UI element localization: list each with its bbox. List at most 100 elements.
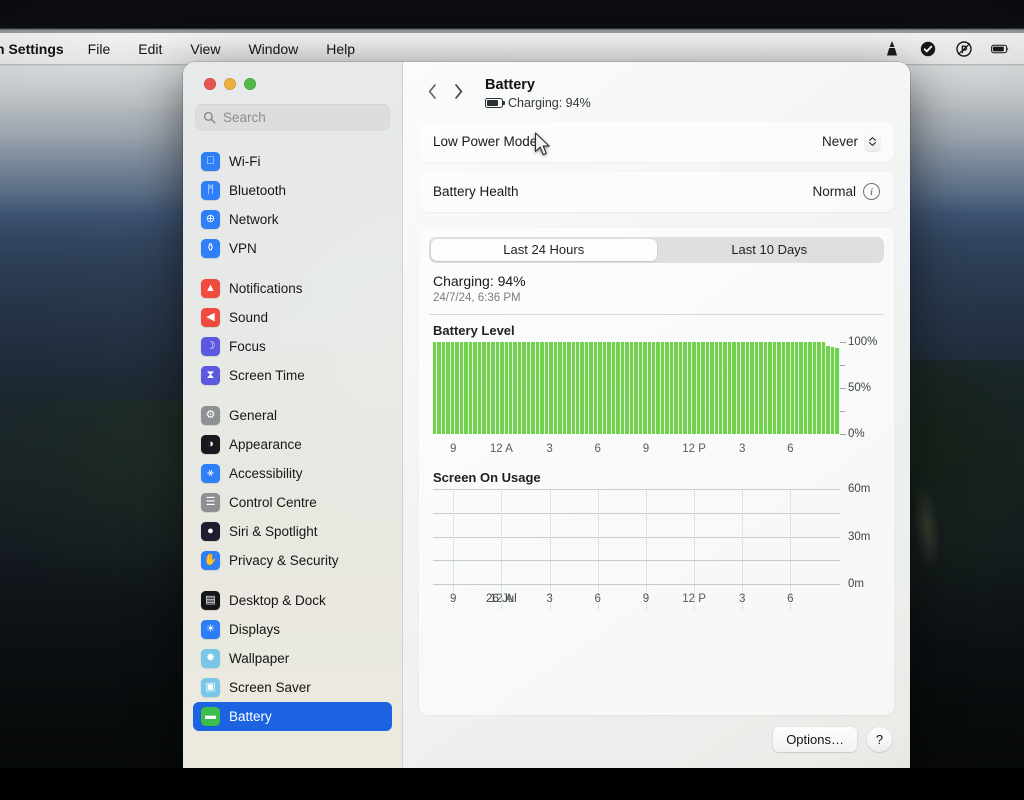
battery-stats-card: Last 24 Hours Last 10 Days Charging: 94%… xyxy=(419,227,894,715)
sidebar-item-control-centre[interactable]: ☰ Control Centre xyxy=(193,488,392,517)
menu-item-window[interactable]: Window xyxy=(234,39,312,59)
sidebar-item-sound[interactable]: ◀ Sound xyxy=(193,303,392,332)
x-tick-label: 9 xyxy=(642,593,650,606)
sidebar-item-label: Screen Saver xyxy=(229,680,311,695)
focus-moon-icon: ☽ xyxy=(201,337,220,356)
low-power-mode-popup[interactable]: Never xyxy=(822,132,880,152)
sidebar-item-label: Notifications xyxy=(229,281,303,296)
screen-time-hourglass-icon: ⧗ xyxy=(201,366,220,385)
sidebar-item-battery[interactable]: ▬ Battery xyxy=(193,702,392,731)
forward-button[interactable] xyxy=(445,78,471,104)
sidebar-item-bluetooth[interactable]: ᛗ Bluetooth xyxy=(193,176,392,205)
low-power-mode-row[interactable]: Low Power Mode Never xyxy=(419,122,894,162)
x-tick-label: 6 xyxy=(787,443,794,456)
sidebar: Search  Wi-Fi ᛗ Bluetooth ⊕ Network ⚱ VPN ▲ Noti… xyxy=(183,62,403,768)
sidebar-item-wi-fi[interactable]:  Wi-Fi xyxy=(193,147,392,176)
vlc-cone-icon[interactable] xyxy=(882,39,902,59)
menu-item-view[interactable]: View xyxy=(176,39,234,59)
battery-icon[interactable] xyxy=(990,39,1010,59)
close-button[interactable] xyxy=(204,78,216,90)
battery-health-row[interactable]: Battery Health Normal i xyxy=(419,172,894,212)
sidebar-item-label: Wallpaper xyxy=(229,651,290,666)
x-tick-label: 12 A xyxy=(489,443,513,456)
sidebar-item-privacy-security[interactable]: ✋ Privacy & Security xyxy=(193,546,392,575)
usage-gridline xyxy=(433,584,840,585)
screen-usage-y-axis: 60m 30m 0m xyxy=(840,483,884,590)
tab-last-10-days[interactable]: Last 10 Days xyxy=(657,239,883,261)
minimize-button[interactable] xyxy=(224,78,236,90)
search-icon xyxy=(203,111,216,124)
info-circle-icon[interactable]: i xyxy=(863,183,880,201)
sidebar-item-desktop-dock[interactable]: ▤ Desktop & Dock xyxy=(193,586,392,615)
window-traffic-lights xyxy=(183,62,402,90)
appearance-icon: ◑ xyxy=(201,435,220,454)
time-range-segmented-control[interactable]: Last 24 Hours Last 10 Days xyxy=(429,236,884,263)
sidebar-list[interactable]:  Wi-Fi ᛗ Bluetooth ⊕ Network ⚱ VPN ▲ Notificatio… xyxy=(183,141,402,768)
sidebar-item-vpn[interactable]: ⚱ VPN xyxy=(193,234,392,263)
sidebar-item-focus[interactable]: ☽ Focus xyxy=(193,332,392,361)
usage-gridline xyxy=(433,489,840,490)
tab-last-24-hours[interactable]: Last 24 Hours xyxy=(431,238,657,261)
detail-header-texts: Battery Charging: 94% xyxy=(485,77,591,110)
battery-health-value: Normal xyxy=(812,184,856,200)
sidebar-item-notifications[interactable]: ▲ Notifications xyxy=(193,274,392,303)
low-power-mode-label: Low Power Mode xyxy=(433,134,538,150)
sidebar-item-label: Desktop & Dock xyxy=(229,593,326,608)
y-tick-mark xyxy=(840,388,846,389)
options-button[interactable]: Options… xyxy=(773,727,857,752)
screen-usage-x-axis: 9 12 A 3 6 9 12 P 3 6 26 Jul xyxy=(433,587,840,633)
sidebar-item-label: Appearance xyxy=(229,437,302,452)
sidebar-item-wallpaper[interactable]: ✸ Wallpaper xyxy=(193,644,392,673)
menu-item-help[interactable]: Help xyxy=(312,39,369,59)
x-tick-label: 3 xyxy=(739,443,746,456)
y-tick-label: 0% xyxy=(848,428,865,441)
sidebar-item-general[interactable]: ⚙ General xyxy=(193,401,392,430)
screen-saver-icon: ▣ xyxy=(201,678,220,697)
x-axis-subdate-label: 26 Jul xyxy=(486,593,517,606)
search-input[interactable]: Search xyxy=(195,104,390,131)
sidebar-item-label: Wi-Fi xyxy=(229,154,261,169)
low-power-mode-card: Low Power Mode Never xyxy=(419,121,894,162)
battery-level-chart-title: Battery Level xyxy=(433,323,515,339)
sidebar-item-siri-spotlight[interactable]: ● Siri & Spotlight xyxy=(193,517,392,546)
usage-gridline xyxy=(433,512,840,514)
network-globe-icon: ⊕ xyxy=(201,210,220,229)
x-tick-label: 9 xyxy=(450,443,457,456)
x-tick-label: 3 xyxy=(546,443,553,456)
zoom-button[interactable] xyxy=(244,78,256,90)
y-tick-label: 100% xyxy=(848,336,878,349)
sidebar-item-screen-time[interactable]: ⧗ Screen Time xyxy=(193,361,392,390)
sidebar-item-screen-saver[interactable]: ▣ Screen Saver xyxy=(193,673,392,702)
screen-usage-chart-title: Screen On Usage xyxy=(433,470,541,486)
charging-status: Charging: 94% xyxy=(433,272,526,289)
back-button[interactable] xyxy=(419,78,445,104)
sidebar-item-appearance[interactable]: ◑ Appearance xyxy=(193,430,392,459)
battery-icon: ▬ xyxy=(201,707,220,726)
y-tick-label: 50% xyxy=(848,382,872,395)
page-subtitle-row: Charging: 94% xyxy=(485,96,591,110)
y-tick-mark xyxy=(840,434,846,435)
sidebar-item-label: Network xyxy=(229,212,279,227)
menu-item-file[interactable]: File xyxy=(74,39,125,59)
sidebar-item-label: Bluetooth xyxy=(229,183,287,198)
x-tick-label: 6 xyxy=(594,443,601,456)
y-minor-tick-mark xyxy=(840,365,845,366)
search-area: Search xyxy=(183,90,402,141)
menu-app-title[interactable]: n Settings xyxy=(0,41,74,57)
usage-gridline xyxy=(433,560,840,561)
up-down-chevrons-icon[interactable] xyxy=(865,132,880,152)
sidebar-item-displays[interactable]: ☀ Displays xyxy=(193,615,392,644)
sidebar-item-network[interactable]: ⊕ Network xyxy=(193,205,392,234)
menu-item-edit[interactable]: Edit xyxy=(124,39,176,59)
headphones-icon[interactable] xyxy=(954,39,974,59)
page-subtitle: Charging: 94% xyxy=(508,95,591,110)
battery-health-card: Battery Health Normal i xyxy=(419,171,894,212)
x-tick-label: 6 xyxy=(787,593,794,606)
sidebar-item-accessibility[interactable]: ⚹ Accessibility xyxy=(193,459,392,488)
wallpaper-icon: ✸ xyxy=(201,649,220,668)
sidebar-item-label: Screen Time xyxy=(229,368,305,383)
checkmark-circle-icon[interactable] xyxy=(918,39,938,59)
chevron-left-icon xyxy=(428,83,436,99)
help-button[interactable]: ? xyxy=(867,727,892,752)
sidebar-item-label: VPN xyxy=(229,241,257,256)
